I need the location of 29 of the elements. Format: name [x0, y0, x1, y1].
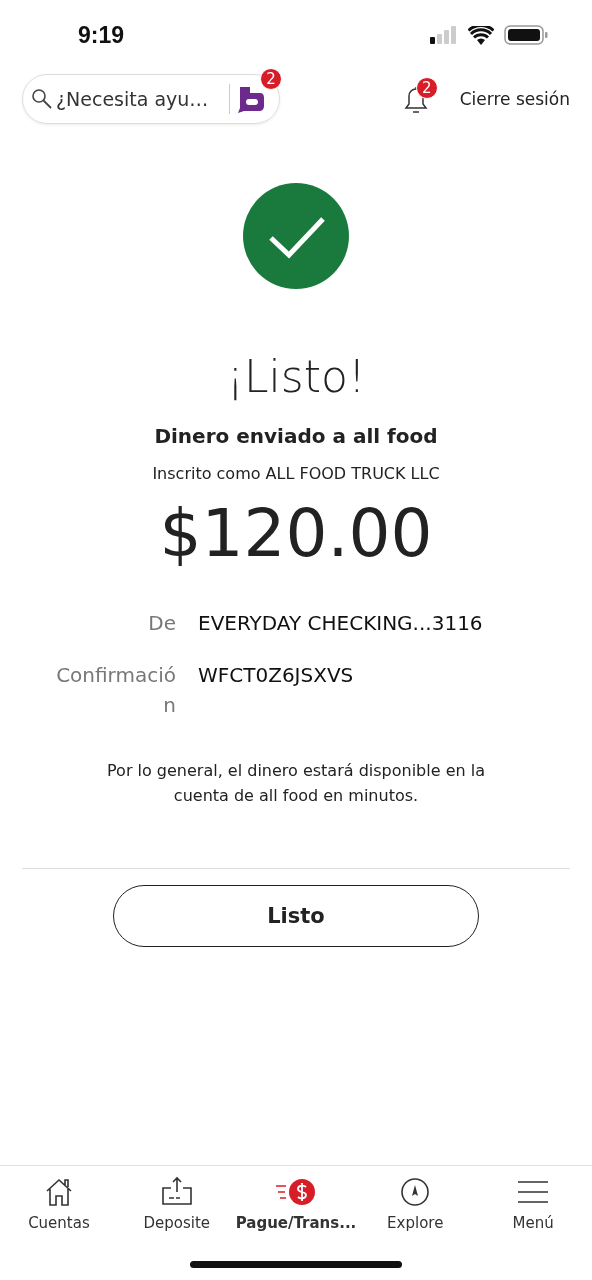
payment-icon [274, 1176, 318, 1208]
logout-link[interactable]: Cierre sesión [459, 89, 570, 109]
detail-value: EVERYDAY CHECKING...3116 [198, 610, 484, 637]
transfer-subtitle: Dinero enviado a all food [154, 424, 438, 448]
info-text: Por lo general, el dinero estará disponible en la cuenta de all food en minutos. [106, 760, 486, 807]
compass-icon [400, 1176, 431, 1208]
tab-item[interactable]: Deposite [117, 1176, 236, 1232]
battery-icon [504, 25, 548, 45]
amount-text: $120.00 [159, 495, 433, 572]
tab-item[interactable]: Explore [356, 1176, 475, 1232]
deposit-icon [160, 1176, 193, 1208]
success-title: ¡Listo! [226, 351, 366, 402]
detail-value: WFCT0Z6JSXVS [198, 662, 355, 689]
search-icon [31, 88, 53, 110]
signal-icon [430, 26, 458, 44]
tab-item[interactable]: Menú [474, 1176, 592, 1232]
search-field[interactable]: ¿Necesita ayu… [53, 88, 223, 110]
detail-label: Confirmación [55, 662, 176, 719]
done-button[interactable]: Listo [113, 885, 479, 947]
success-check-icon [243, 183, 349, 289]
clock-time: 9:19 [78, 21, 125, 49]
recipient-text: Inscrito como ALL FOOD TRUCK LLC [152, 464, 440, 483]
detail-label: De [147, 610, 176, 637]
chat-assistant-icon[interactable] [236, 84, 266, 114]
tab-item[interactable]: Pague/Trans... [235, 1176, 357, 1232]
notification-badge: 2 [415, 77, 438, 99]
tab-item[interactable]: Cuentas [0, 1176, 118, 1232]
wifi-icon [468, 25, 494, 45]
notification-badge: 2 [260, 68, 282, 90]
